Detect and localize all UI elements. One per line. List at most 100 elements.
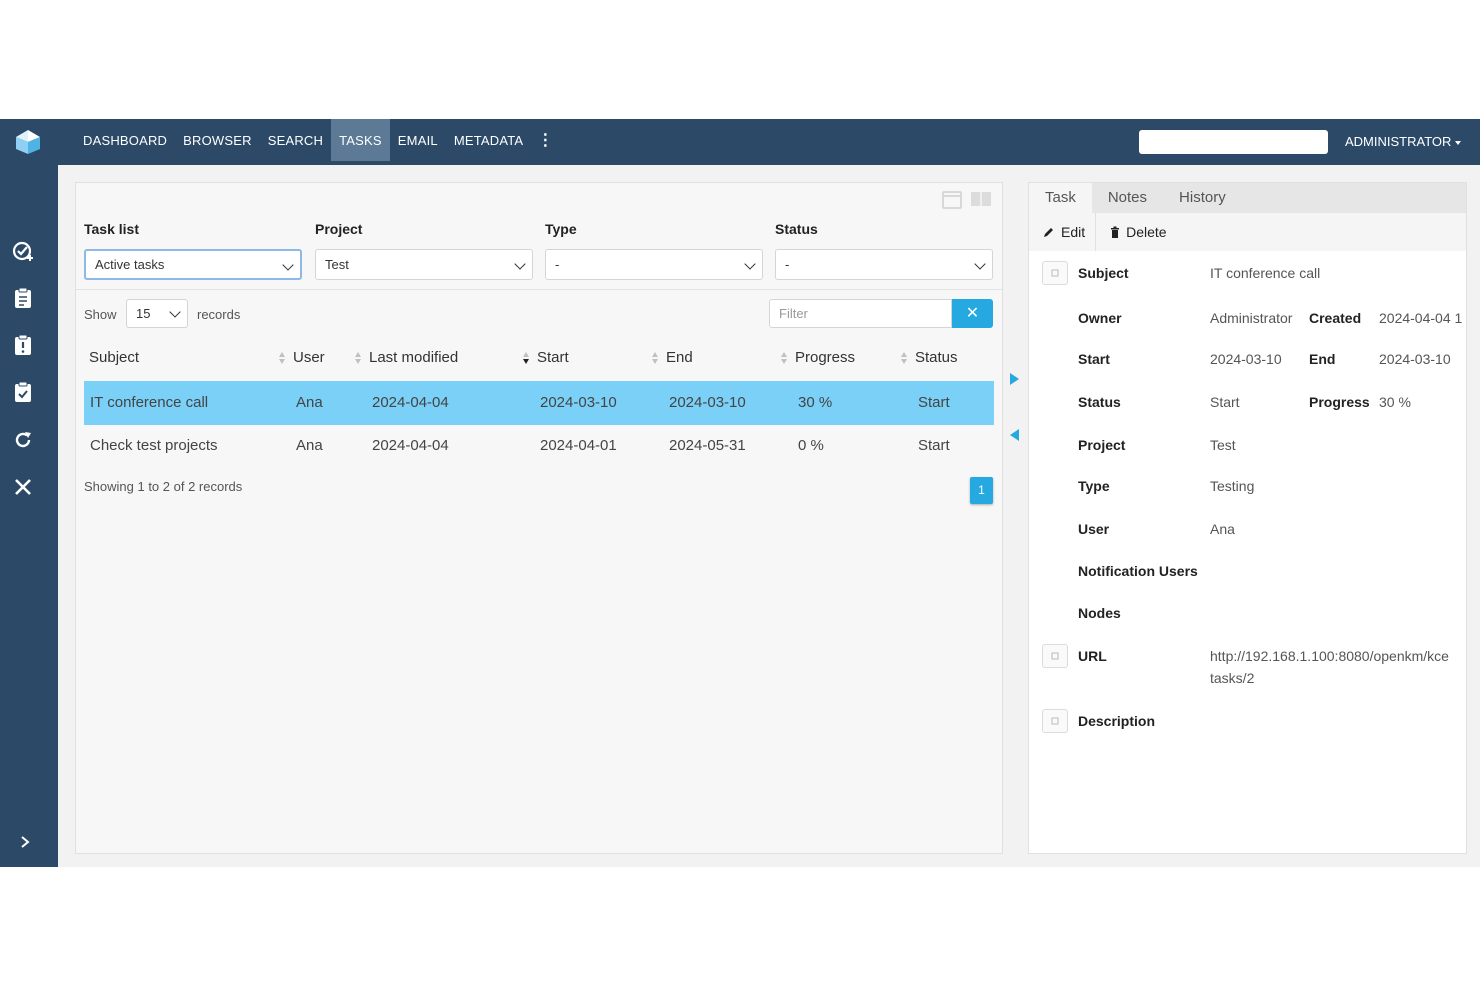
tab-history[interactable]: History bbox=[1163, 183, 1242, 213]
user-label: User bbox=[1078, 521, 1110, 537]
nav-email[interactable]: EMAIL bbox=[390, 119, 446, 161]
trash-icon bbox=[1111, 226, 1120, 238]
app-window: DASHBOARD BROWSER SEARCH TASKS EMAIL MET… bbox=[0, 119, 1480, 867]
sort-icon bbox=[781, 351, 788, 364]
subject-value: IT conference call bbox=[1210, 265, 1321, 281]
pencil-icon bbox=[1044, 228, 1053, 237]
user-menu-label: ADMINISTRATOR bbox=[1345, 134, 1452, 149]
cell-last-modified: 2024-04-04 bbox=[372, 394, 449, 411]
page-size-value: 15 bbox=[136, 306, 151, 321]
copy-description-button[interactable] bbox=[1042, 709, 1068, 733]
refresh-icon[interactable] bbox=[11, 428, 35, 452]
sidebar bbox=[0, 165, 58, 867]
project-value: Test bbox=[1210, 437, 1236, 453]
created-value: 2024-04-04 1 bbox=[1379, 310, 1463, 326]
sort-icon bbox=[901, 351, 908, 364]
column-header-label: Last modified bbox=[369, 349, 459, 366]
description-label: Description bbox=[1078, 713, 1156, 729]
clipboard-check-icon[interactable] bbox=[11, 380, 35, 404]
column-header-end[interactable]: End bbox=[652, 349, 693, 366]
edit-label: Edit bbox=[1061, 224, 1086, 240]
type-value: - bbox=[555, 257, 560, 272]
column-header-status[interactable]: Status bbox=[901, 349, 958, 366]
nodes-label: Nodes bbox=[1078, 605, 1121, 621]
task-add-icon[interactable] bbox=[11, 239, 35, 263]
progress-label: Progress bbox=[1309, 394, 1370, 410]
status-label: Status bbox=[1078, 394, 1121, 410]
more-vertical-icon[interactable]: ⋮ bbox=[531, 119, 559, 161]
progress-value: 30 % bbox=[1379, 394, 1411, 410]
cell-start: 2024-04-01 bbox=[540, 437, 617, 454]
page-size-select[interactable]: 15 bbox=[126, 299, 188, 328]
column-header-last-modified[interactable]: Last modified bbox=[355, 349, 458, 366]
column-header-label: End bbox=[666, 349, 693, 366]
divider bbox=[76, 289, 1002, 290]
owner-label: Owner bbox=[1078, 310, 1122, 326]
nav-browser[interactable]: BROWSER bbox=[175, 119, 260, 161]
delete-button[interactable]: Delete bbox=[1096, 213, 1176, 251]
status-value: - bbox=[785, 257, 790, 272]
column-header-subject[interactable]: Subject bbox=[89, 349, 139, 366]
global-search-input[interactable] bbox=[1139, 130, 1328, 154]
cell-user: Ana bbox=[296, 394, 323, 411]
expand-right-icon[interactable] bbox=[1010, 373, 1019, 385]
split-view-icon[interactable] bbox=[970, 189, 992, 209]
nav-dashboard[interactable]: DASHBOARD bbox=[75, 119, 175, 161]
chevron-down-icon bbox=[514, 258, 526, 270]
clipboard-alert-icon[interactable] bbox=[11, 333, 35, 357]
user-menu[interactable]: ADMINISTRATOR bbox=[1345, 134, 1462, 149]
clipboard-icon[interactable] bbox=[11, 286, 35, 310]
table-row[interactable]: IT conference call Ana 2024-04-04 2024-0… bbox=[84, 381, 994, 425]
chevron-right-icon[interactable] bbox=[17, 830, 33, 854]
chevron-down-icon bbox=[744, 258, 756, 270]
project-select[interactable]: Test bbox=[315, 249, 533, 280]
clear-filter-button[interactable]: ✕ bbox=[952, 299, 993, 328]
edit-button[interactable]: Edit bbox=[1029, 213, 1097, 251]
copy-subject-button[interactable] bbox=[1042, 261, 1068, 285]
task-list-select[interactable]: Active tasks bbox=[84, 249, 302, 280]
tab-notes[interactable]: Notes bbox=[1092, 183, 1163, 213]
status-value: Start bbox=[1210, 394, 1240, 410]
column-header-label: Progress bbox=[795, 349, 856, 366]
copy-icon bbox=[1051, 269, 1059, 277]
pagination-page-button[interactable]: 1 bbox=[970, 477, 993, 504]
main-nav: DASHBOARD BROWSER SEARCH TASKS EMAIL MET… bbox=[75, 119, 559, 165]
url-value-line2[interactable]: tasks/2 bbox=[1210, 667, 1254, 689]
nav-tasks[interactable]: TASKS bbox=[331, 119, 390, 161]
project-value: Test bbox=[325, 257, 349, 272]
detail-tabs: Task Notes History bbox=[1029, 183, 1466, 213]
expand-left-icon[interactable] bbox=[1010, 429, 1019, 441]
sort-icon bbox=[652, 351, 659, 364]
nav-metadata[interactable]: METADATA bbox=[446, 119, 532, 161]
calendar-icon[interactable] bbox=[942, 189, 962, 209]
column-header-user[interactable]: User bbox=[279, 349, 325, 366]
close-icon[interactable] bbox=[11, 475, 35, 499]
delete-label: Delete bbox=[1126, 224, 1167, 240]
sort-desc-icon bbox=[523, 351, 530, 364]
caret-down-icon bbox=[1455, 140, 1462, 145]
cell-progress: 30 % bbox=[798, 394, 833, 411]
column-header-start[interactable]: Start bbox=[523, 349, 569, 366]
start-label: Start bbox=[1078, 351, 1110, 367]
table-row[interactable]: Check test projects Ana 2024-04-04 2024-… bbox=[84, 424, 994, 468]
end-label: End bbox=[1309, 351, 1336, 367]
column-header-progress[interactable]: Progress bbox=[781, 349, 855, 366]
cell-progress: 0 % bbox=[798, 437, 824, 454]
url-value[interactable]: http://192.168.1.100:8080/openkm/kce bbox=[1210, 645, 1466, 667]
status-select[interactable]: - bbox=[775, 249, 993, 280]
filter-input[interactable]: Filter bbox=[769, 299, 952, 328]
url-label: URL bbox=[1078, 648, 1107, 664]
app-logo-icon[interactable] bbox=[14, 129, 42, 155]
end-value: 2024-03-10 bbox=[1379, 351, 1451, 367]
cell-status: Start bbox=[918, 437, 950, 454]
copy-url-button[interactable] bbox=[1042, 644, 1068, 668]
nav-search[interactable]: SEARCH bbox=[260, 119, 331, 161]
tab-task[interactable]: Task bbox=[1029, 183, 1092, 213]
subject-label: Subject bbox=[1078, 265, 1129, 281]
notification-users-label: Notification Users bbox=[1078, 563, 1198, 579]
type-select[interactable]: - bbox=[545, 249, 763, 280]
status-label: Status bbox=[775, 221, 818, 237]
cell-status: Start bbox=[918, 394, 950, 411]
created-label: Created bbox=[1309, 310, 1362, 326]
copy-icon bbox=[1051, 652, 1059, 660]
